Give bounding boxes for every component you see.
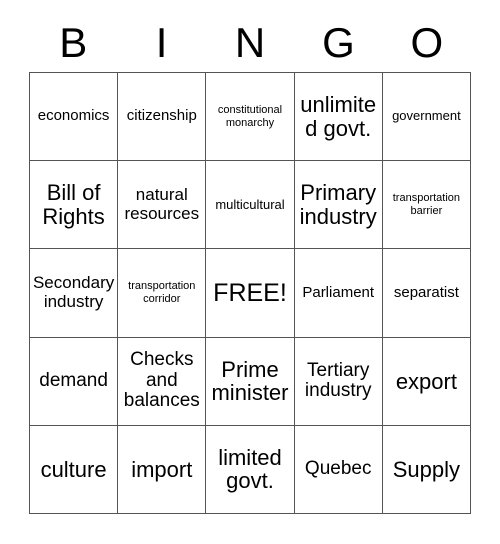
bingo-free-space-label: FREE! [213, 278, 287, 307]
bingo-cell[interactable]: Bill of Rights [30, 161, 119, 250]
bingo-cell-label: transportation corridor [128, 280, 196, 305]
bingo-cell[interactable]: separatist [382, 249, 471, 338]
bingo-cell[interactable]: multicultural [206, 161, 295, 250]
bingo-cell[interactable]: transportation corridor [118, 249, 207, 338]
bingo-cell-label: limited govt. [218, 445, 282, 494]
bingo-header-letter-o: O [410, 19, 444, 66]
bingo-cell-label: Primary industry [299, 180, 377, 229]
bingo-cell-label: export [395, 368, 457, 394]
bingo-cell[interactable]: export [382, 337, 471, 426]
bingo-cell[interactable]: demand [30, 337, 119, 426]
bingo-cell[interactable]: Primary industry [294, 161, 383, 250]
bingo-cell-label: separatist [393, 283, 459, 301]
bingo-cell[interactable]: Secondary industry [30, 249, 119, 338]
bingo-cell[interactable]: transportation barrier [382, 161, 471, 250]
bingo-cell[interactable]: government [382, 73, 471, 162]
bingo-free-space[interactable]: FREE! [206, 249, 295, 338]
bingo-cell[interactable]: economics [30, 73, 119, 162]
bingo-header-letter-n: N [234, 19, 266, 66]
bingo-cell-label: Supply [392, 456, 461, 482]
bingo-header-letter-b: B [59, 19, 88, 66]
bingo-cell[interactable]: Parliament [294, 249, 383, 338]
bingo-cell[interactable]: natural resources [118, 161, 207, 250]
bingo-cell-label: economics [37, 107, 110, 125]
bingo-cell-label: citizenship [126, 107, 197, 125]
bingo-cell[interactable]: Checks and balances [118, 337, 207, 426]
bingo-cell-label: Secondary industry [32, 273, 115, 311]
bingo-cell-label: constitutional monarchy [217, 103, 283, 129]
bingo-cell-label: government [392, 108, 461, 124]
bingo-header-row: B I N G O [29, 14, 471, 72]
bingo-cell[interactable]: Quebec [294, 425, 383, 514]
bingo-cell[interactable]: import [118, 425, 207, 514]
bingo-cell-label: Checks and balances [123, 349, 200, 412]
bingo-cell[interactable]: constitutional monarchy [206, 73, 295, 162]
bingo-cell-label: Parliament [302, 283, 375, 301]
bingo-cell[interactable]: limited govt. [206, 425, 295, 514]
bingo-cell[interactable]: unlimited govt. [294, 73, 383, 162]
bingo-cell[interactable]: Prime minister [206, 337, 295, 426]
bingo-card: B I N G O economics citizenship constituti… [0, 0, 500, 544]
bingo-grid: economics citizenship constitutional monar… [29, 72, 471, 514]
bingo-header-letter-g: G [322, 19, 355, 66]
bingo-cell-label: Quebec [304, 458, 372, 480]
bingo-cell[interactable]: Supply [382, 425, 471, 514]
bingo-cell-label: unlimited govt. [300, 92, 377, 141]
bingo-cell[interactable]: culture [30, 425, 119, 514]
bingo-cell-label: culture [40, 456, 107, 482]
bingo-cell-label: Bill of Rights [42, 180, 105, 229]
bingo-header-letter-i: I [155, 19, 168, 66]
bingo-cell-label: demand [39, 369, 108, 391]
bingo-cell-label: import [131, 456, 193, 482]
bingo-cell-label: Tertiary industry [304, 359, 372, 402]
bingo-cell-label: multicultural [215, 196, 285, 212]
bingo-cell[interactable]: citizenship [118, 73, 207, 162]
bingo-cell-label: Prime minister [211, 356, 289, 406]
bingo-cell-label: transportation barrier [392, 191, 461, 217]
bingo-cell[interactable]: Tertiary industry [294, 337, 383, 426]
bingo-cell-label: natural resources [124, 185, 200, 223]
